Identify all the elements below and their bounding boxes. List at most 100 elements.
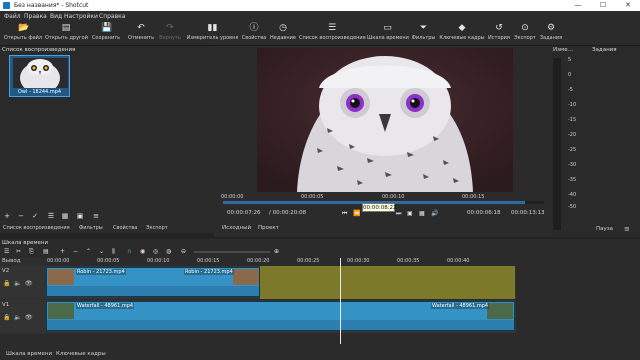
- playhead[interactable]: [340, 258, 341, 344]
- video-preview[interactable]: [257, 48, 513, 192]
- icons-view-icon[interactable]: ▣: [76, 212, 84, 220]
- filters-button[interactable]: ⏷ Фильтры: [410, 22, 437, 45]
- volume-icon[interactable]: 🔊: [431, 210, 438, 217]
- level-tick: -20: [568, 132, 577, 138]
- timeline-ruler[interactable]: 00:00:00 00:00:05 00:00:10 00:00:15 00:0…: [46, 258, 516, 266]
- ruler-label: 00:00:15: [462, 194, 485, 200]
- copy-icon[interactable]: ⎘: [29, 248, 34, 256]
- recent-button[interactable]: ◷ Недавние: [269, 22, 297, 45]
- cut-icon[interactable]: ✂: [16, 248, 21, 255]
- zoom-in-icon[interactable]: ⊕: [274, 248, 279, 255]
- menu-icon[interactable]: ☰: [4, 248, 9, 255]
- level-tick: -40: [568, 192, 577, 198]
- playlist-item[interactable]: Owl - 18244.mp4: [9, 55, 70, 97]
- zoom-slider[interactable]: [194, 251, 270, 253]
- menu-help[interactable]: Справка: [99, 13, 125, 20]
- eye-icon[interactable]: 👁: [25, 280, 33, 287]
- levels-title: Изме...: [553, 47, 573, 53]
- add-icon[interactable]: +: [3, 212, 11, 220]
- ruler-label: 00:00:00: [221, 194, 244, 200]
- mute-icon[interactable]: 🔈: [14, 314, 21, 321]
- level-tick: 0: [568, 72, 572, 78]
- keyframes-button[interactable]: ◆ Ключевые кадры: [439, 22, 485, 45]
- remove-icon[interactable]: −: [17, 212, 25, 220]
- position-timecode[interactable]: 00:00:07:26: [227, 210, 261, 216]
- tab-source[interactable]: Исходный: [222, 225, 251, 231]
- tab-properties[interactable]: Свойства: [113, 225, 137, 231]
- jobs-panel: Задания Пауза ≡: [590, 46, 640, 237]
- playlist-toolbar: + − ✓ ☰ ▦ ▣ ≡: [0, 210, 214, 222]
- zoom-out-icon[interactable]: ⊖: [181, 248, 186, 255]
- remove-icon[interactable]: −: [73, 248, 78, 255]
- menu-icon[interactable]: ≡: [624, 225, 630, 233]
- timeline-button[interactable]: ▭ Шкала времени: [367, 22, 409, 45]
- ripple-all-icon[interactable]: ◍: [166, 248, 171, 255]
- folder-icon: 📂: [18, 23, 30, 33]
- redo-button[interactable]: ↷ Вернуть: [157, 22, 183, 45]
- menu-file[interactable]: Файл: [4, 13, 21, 20]
- ruler-label: 00:00:30: [347, 258, 370, 264]
- ruler-label: 00:00:00: [47, 258, 70, 264]
- ripple-icon[interactable]: ◎: [153, 248, 158, 255]
- menu-settings[interactable]: Настройки: [64, 13, 98, 20]
- lock-icon[interactable]: 🔒: [3, 314, 10, 321]
- undo-button[interactable]: ↶ Отменить: [126, 22, 156, 45]
- overwrite-icon[interactable]: ⌄: [99, 248, 104, 255]
- details-view-icon[interactable]: ☰: [47, 212, 55, 220]
- transport-controls: 00:00:07:26 / 00:00:20:08 ⏮ ⏪ ⏭ ▣ ▦ 🔊 00…: [219, 208, 546, 220]
- tab-playlist[interactable]: Список воспроизведения: [3, 225, 70, 231]
- grid-icon[interactable]: ▦: [419, 210, 425, 217]
- track-header-v2[interactable]: V2 🔒 🔈 👁: [0, 266, 46, 299]
- toolbar: 📂 Открыть файл ▤ Открыть другой 💾 Сохранить…: [0, 21, 640, 46]
- lift-icon[interactable]: ⌃: [86, 248, 91, 255]
- timeline-icon: ▭: [383, 23, 392, 33]
- append-icon[interactable]: +: [60, 248, 65, 255]
- paste-icon[interactable]: ▤: [43, 248, 49, 255]
- track-header-v1[interactable]: V1 🔒 🔈 👁: [0, 300, 46, 333]
- properties-button[interactable]: ⓘ Свойства: [241, 22, 267, 45]
- open-file-button[interactable]: 📂 Открыть файл: [3, 22, 43, 45]
- eye-icon[interactable]: 👁: [25, 314, 33, 321]
- ruler-label: 00:00:35: [397, 258, 420, 264]
- properties-icon: ⓘ: [249, 23, 259, 33]
- clip-robin[interactable]: Robin - 21723.mp4 Robin - 21723.mp4: [46, 267, 260, 297]
- jobs-button[interactable]: ⚙ Задания: [539, 22, 563, 45]
- ruler-label: 00:00:05: [301, 194, 324, 200]
- split-icon[interactable]: ⫼: [112, 248, 115, 256]
- pause-button[interactable]: Пауза: [596, 226, 613, 232]
- level-meter-button[interactable]: ▮▮ Измеритель уровня: [186, 22, 239, 45]
- rewind-icon[interactable]: ⏪: [353, 210, 360, 217]
- selection-timecode[interactable]: 00:00:13:13: [511, 210, 545, 216]
- maximize-button[interactable]: ☐: [598, 1, 608, 10]
- tab-export[interactable]: Экспорт: [146, 225, 168, 231]
- minimize-button[interactable]: —: [573, 1, 583, 10]
- tab-filters[interactable]: Фильтры: [79, 225, 103, 231]
- close-button[interactable]: ✕: [623, 1, 633, 10]
- save-button[interactable]: 💾 Сохранить: [91, 22, 121, 45]
- skip-next-icon[interactable]: ⏭: [396, 210, 401, 218]
- playlist-button[interactable]: ☰ Список воспроизведения: [299, 22, 366, 45]
- mute-icon[interactable]: 🔈: [14, 280, 21, 287]
- skip-previous-icon[interactable]: ⏮: [342, 210, 347, 218]
- menu-edit[interactable]: Правка: [24, 13, 47, 20]
- check-icon[interactable]: ✓: [31, 212, 39, 220]
- in-point-timecode[interactable]: 00:00:06:18: [467, 210, 501, 216]
- scrub-icon[interactable]: ◉: [140, 248, 145, 255]
- open-other-button[interactable]: ▤ Открыть другой: [45, 22, 88, 45]
- menu-icon[interactable]: ≡: [92, 212, 100, 220]
- clip-waterfall[interactable]: Waterfall - 48961.mp4 Waterfall - 48961.…: [46, 301, 515, 331]
- export-button[interactable]: ⊙ Экспорт: [513, 22, 537, 45]
- tab-project[interactable]: Проект: [258, 225, 279, 231]
- menu-view[interactable]: Вид: [50, 13, 62, 20]
- audio-waveform: [47, 286, 259, 296]
- tiles-view-icon[interactable]: ▦: [61, 212, 69, 220]
- level-tick: -5: [568, 87, 573, 93]
- clip-label: Robin - 21723.mp4: [76, 269, 126, 275]
- tab-timeline[interactable]: Шкала времени: [6, 351, 52, 357]
- history-button[interactable]: ↺ История: [487, 22, 511, 45]
- tab-keyframes[interactable]: Ключевые кадры: [56, 351, 106, 357]
- snap-icon[interactable]: ∩: [127, 248, 131, 255]
- track-headers: Вывод V2 🔒 🔈 👁 V1 🔒 🔈 👁: [0, 258, 46, 334]
- lock-icon[interactable]: 🔒: [3, 280, 10, 287]
- zoom-icon[interactable]: ▣: [407, 210, 413, 217]
